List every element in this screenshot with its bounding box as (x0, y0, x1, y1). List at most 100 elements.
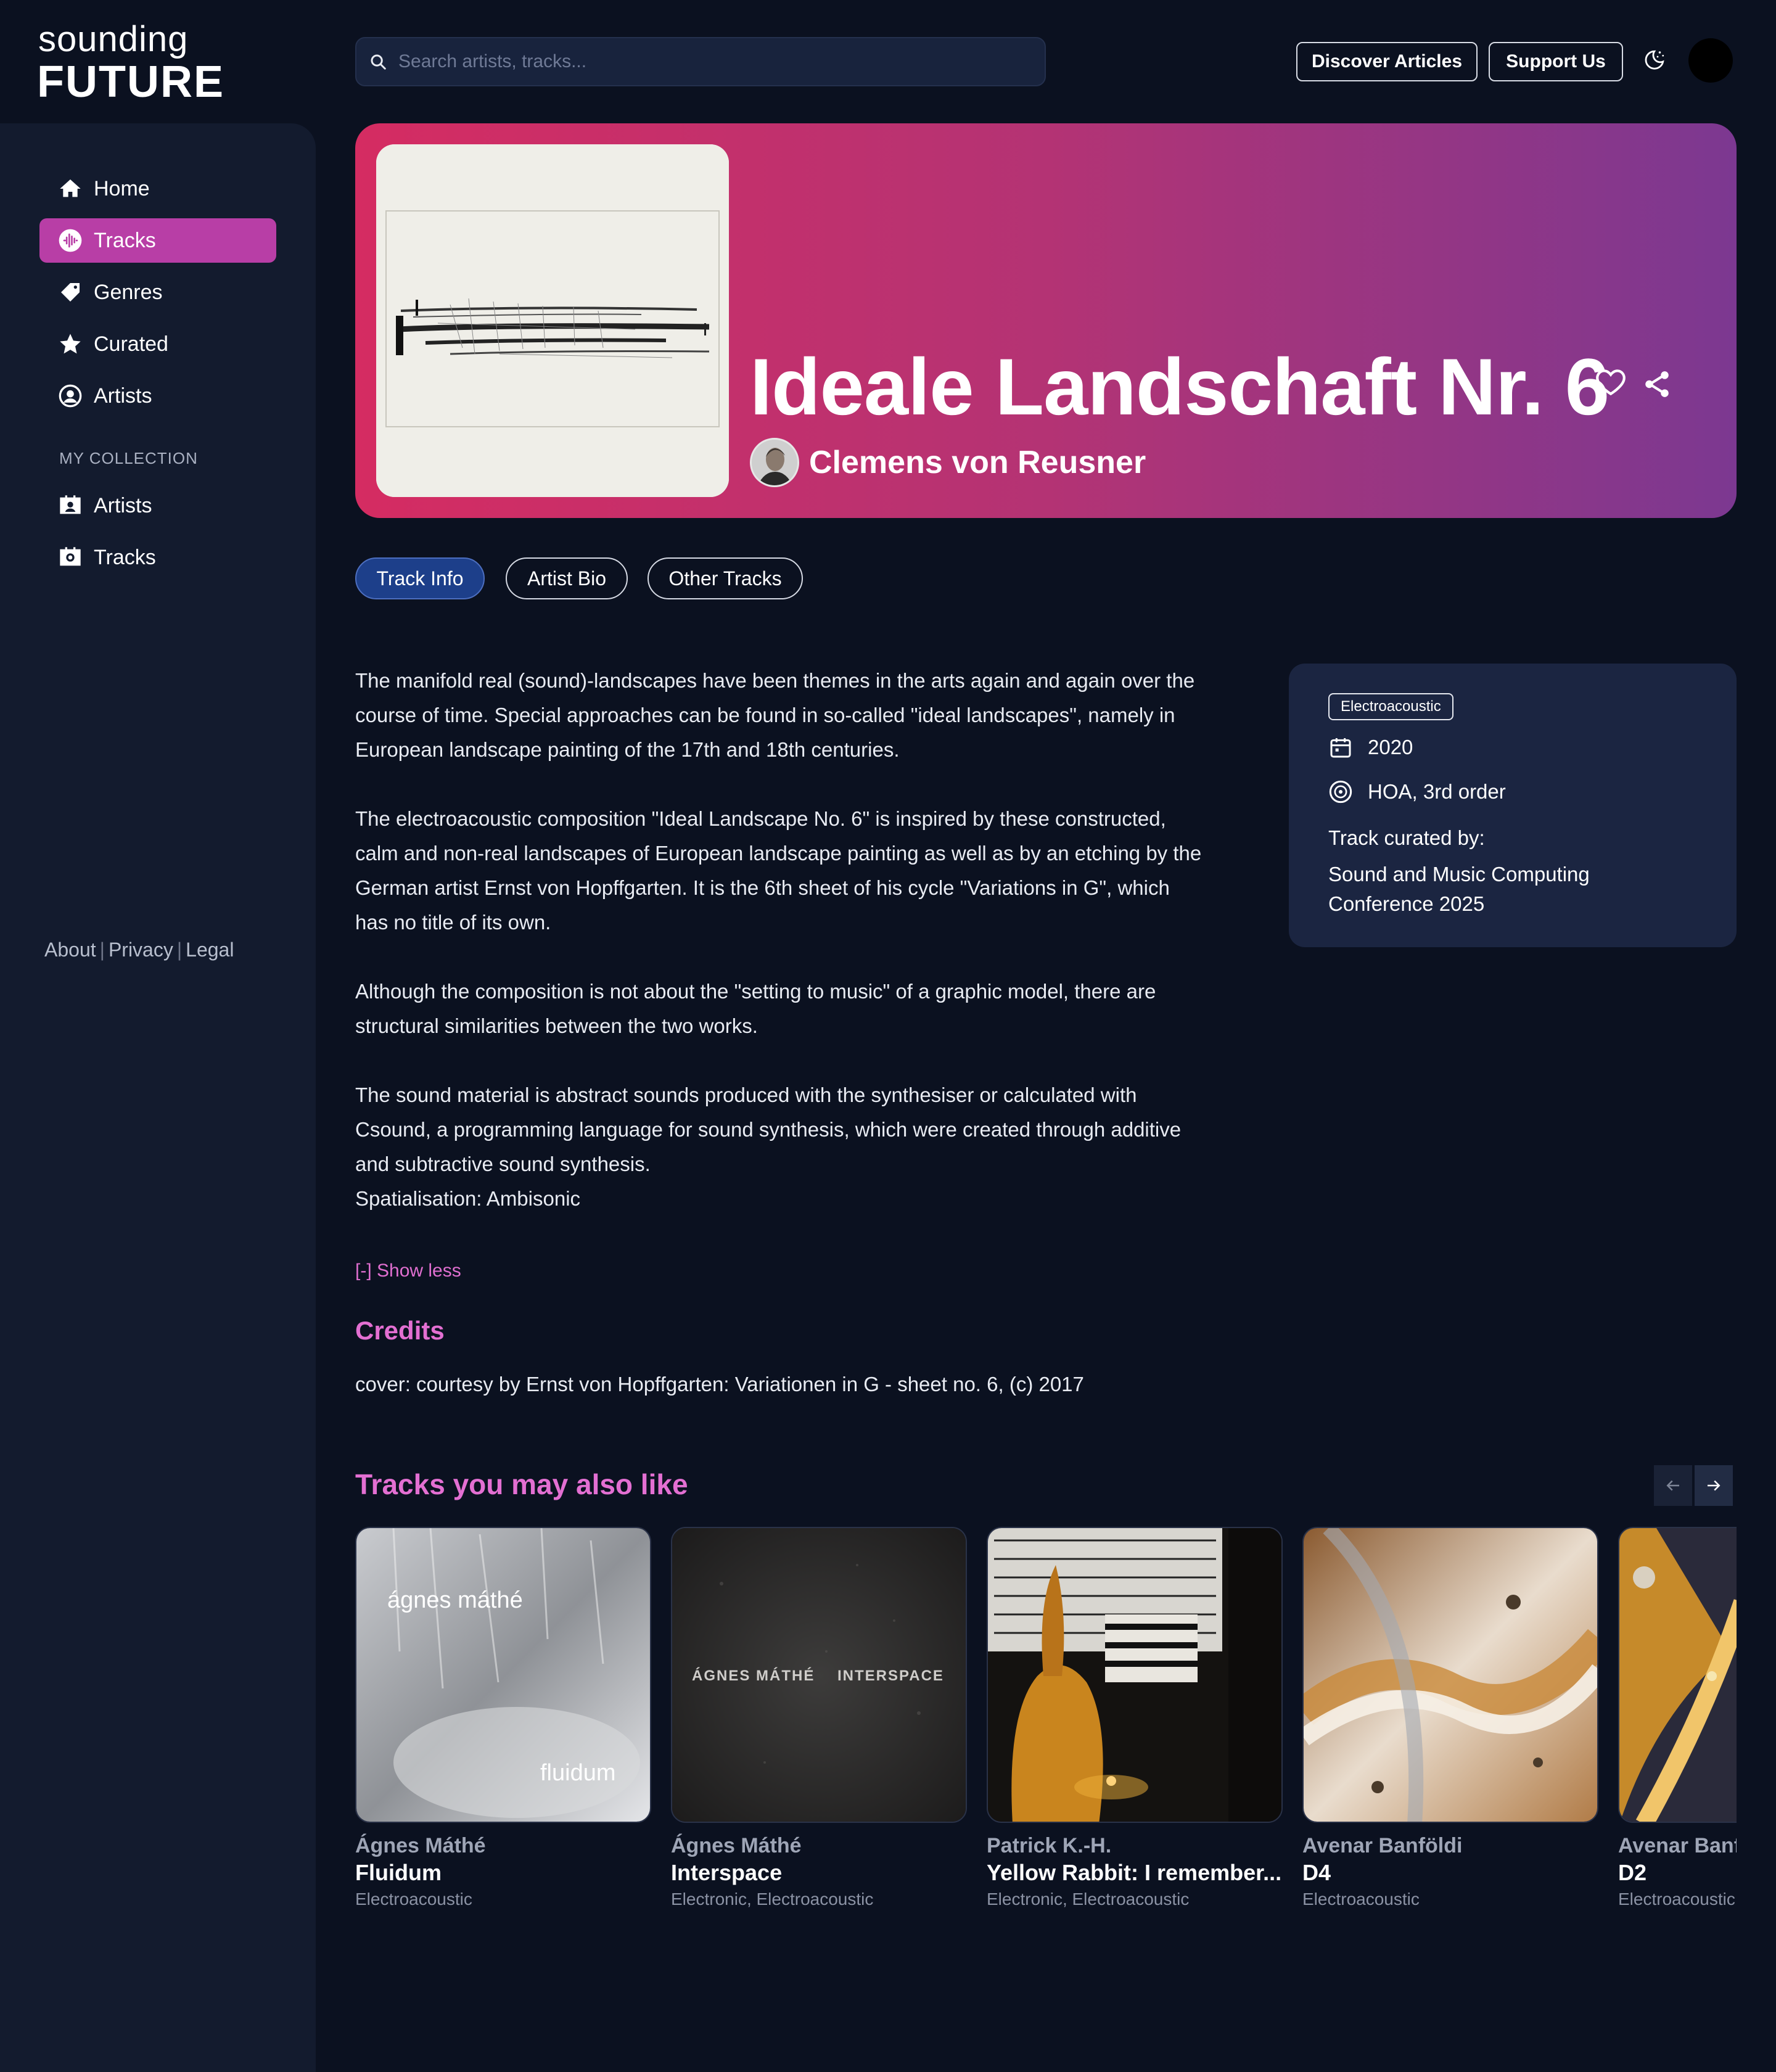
audio-format: HOA, 3rd order (1368, 780, 1506, 803)
show-less-link[interactable]: [-] Show less (355, 1260, 461, 1281)
sidebar-item-label: Tracks (94, 228, 156, 252)
track-title: Ideale Landschaft Nr. 6 (750, 342, 1610, 432)
track-cover-artwork (376, 144, 729, 497)
cover-text: ágnes máthé (387, 1587, 523, 1613)
arrow-right-icon (1708, 1480, 1720, 1491)
track-card[interactable]: ÁGNES MÁTHÉ INTERSPACE Ágnes Máthé Inter… (671, 1527, 967, 1909)
track-artist-name[interactable]: Clemens von Reusner (809, 444, 1146, 481)
discover-articles-button[interactable]: Discover Articles (1296, 42, 1478, 81)
logo-wordmark-top[interactable]: sounding (38, 18, 188, 60)
sidebar-item-curated[interactable]: Curated (39, 322, 276, 366)
track-hero-banner: Ideale Landschaft Nr. 6 Clemens von Reus… (355, 123, 1737, 518)
release-year-row: 2020 (1328, 735, 1413, 760)
star-icon (60, 334, 81, 354)
sidebar-item-label: Home (94, 176, 150, 200)
track-card-genre: Electronic, Electroacoustic (987, 1889, 1190, 1909)
sidebar-item-collection-artists[interactable]: Artists (39, 483, 276, 528)
track-card-title[interactable]: D2 (1618, 1860, 1737, 1886)
footer-separator: | (99, 939, 105, 961)
tab-artist-bio[interactable]: Artist Bio (506, 557, 628, 599)
track-card-artist[interactable]: Avenar Banföldi (1618, 1834, 1737, 1858)
track-card[interactable]: Avenar Banföldi D2 Electroacoustic (1618, 1527, 1737, 1909)
user-avatar[interactable] (1688, 38, 1733, 83)
description-paragraph: The sound material is abstract sounds pr… (355, 1083, 1182, 1175)
legal-link[interactable]: Legal (186, 939, 234, 961)
sidebar-item-label: Artists (94, 384, 152, 408)
track-card-cover[interactable] (1618, 1527, 1737, 1823)
sidebar-item-collection-tracks[interactable]: Tracks (39, 535, 276, 580)
curated-by-value[interactable]: Sound and Music Computing Conference 202… (1328, 860, 1698, 919)
cover-text: fluidum (540, 1760, 616, 1786)
track-card[interactable]: Patrick K.-H. Yellow Rabbit: I remember.… (987, 1527, 1283, 1909)
track-card[interactable]: Avenar Banföldi D4 Electroacoustic (1302, 1527, 1598, 1909)
artist-portrait-image (752, 440, 797, 485)
search-input[interactable] (397, 51, 1014, 73)
spatial-audio-icon (1329, 780, 1352, 804)
track-card-genre: Electroacoustic (355, 1889, 472, 1909)
heart-icon[interactable] (1593, 365, 1628, 400)
track-card-title[interactable]: Fluidum (355, 1860, 651, 1886)
recommendations-carousel: ágnes máthé fluidum Ágnes Máthé Fluidum … (355, 1527, 1737, 1922)
cover-image-yellow-rabbit (988, 1528, 1281, 1822)
description-paragraph: The electroacoustic composition "Ideal L… (355, 807, 1202, 934)
track-card-cover[interactable] (1302, 1527, 1598, 1823)
credits-text: cover: courtesy by Ernst von Hopffgarten… (355, 1373, 1084, 1396)
cover-image-d4 (1304, 1528, 1597, 1822)
footer-separator: | (176, 939, 183, 961)
cover-text: ÁGNES MÁTHÉ (692, 1667, 815, 1684)
share-icon[interactable] (1642, 369, 1672, 400)
sidebar: Home Tracks Genres Curated Artists (0, 123, 316, 2072)
sidebar-item-artists[interactable]: Artists (39, 374, 276, 418)
release-year: 2020 (1368, 736, 1413, 758)
etching-artwork-image (376, 144, 729, 497)
track-card-artist[interactable]: Patrick K.-H. (987, 1834, 1111, 1858)
sidebar-item-tracks[interactable]: Tracks (39, 218, 276, 263)
audio-format-row: HOA, 3rd order (1328, 779, 1506, 804)
track-card-cover[interactable] (987, 1527, 1283, 1823)
section-label-my-collection: MY COLLECTION (59, 449, 198, 467)
carousel-next-button[interactable] (1695, 1465, 1733, 1506)
carousel-prev-button[interactable] (1654, 1465, 1692, 1506)
track-card-genre: Electronic, Electroacoustic (671, 1889, 874, 1909)
track-card-genre: Electroacoustic (1302, 1889, 1420, 1909)
camera-box-icon (60, 547, 81, 566)
track-card[interactable]: ágnes máthé fluidum Ágnes Máthé Fluidum … (355, 1527, 651, 1909)
search-icon (371, 54, 386, 70)
credits-heading: Credits (355, 1316, 445, 1345)
track-card-artist[interactable]: Ágnes Máthé (355, 1834, 486, 1858)
genre-badge[interactable]: Electroacoustic (1328, 693, 1453, 720)
logo-wordmark-bottom[interactable]: FUTURE (37, 57, 224, 107)
track-card-cover[interactable]: ágnes máthé fluidum (355, 1527, 651, 1823)
cover-image-d2 (1619, 1528, 1737, 1822)
recommendations-heading: Tracks you may also like (355, 1468, 688, 1500)
search-bar[interactable] (355, 37, 1046, 86)
sidebar-item-genres[interactable]: Genres (39, 270, 276, 314)
track-card-genre: Electroacoustic (1618, 1889, 1735, 1909)
description-paragraph: The manifold real (sound)-landscapes hav… (355, 669, 1195, 761)
contact-card-icon (60, 495, 81, 514)
about-link[interactable]: About (44, 939, 96, 961)
tab-other-tracks[interactable]: Other Tracks (648, 557, 803, 599)
sidebar-item-label: Tracks (94, 545, 156, 569)
track-card-cover[interactable]: ÁGNES MÁTHÉ INTERSPACE (671, 1527, 967, 1823)
track-card-title[interactable]: D4 (1302, 1860, 1598, 1886)
track-info-card: Electroacoustic 2020 HOA, 3rd order Trac… (1289, 664, 1737, 947)
waveform-icon (59, 229, 82, 252)
track-card-title[interactable]: Yellow Rabbit: I remember... (987, 1860, 1283, 1886)
theme-toggle-moon-icon[interactable] (1640, 48, 1666, 74)
footer-links: About | Privacy | Legal (44, 939, 234, 961)
artist-avatar[interactable] (750, 438, 799, 487)
tab-track-info[interactable]: Track Info (355, 557, 485, 599)
description-paragraph: Although the composition is not about th… (355, 980, 1156, 1037)
sidebar-item-label: Genres (94, 280, 163, 304)
track-card-title[interactable]: Interspace (671, 1860, 967, 1886)
sidebar-item-label: Curated (94, 332, 168, 356)
track-card-artist[interactable]: Avenar Banföldi (1302, 1834, 1462, 1858)
privacy-link[interactable]: Privacy (109, 939, 173, 961)
tag-icon (61, 283, 80, 302)
sidebar-item-home[interactable]: Home (39, 166, 276, 211)
track-card-artist[interactable]: Ágnes Máthé (671, 1834, 802, 1858)
support-us-button[interactable]: Support Us (1489, 42, 1623, 81)
curated-by-label: Track curated by: (1328, 826, 1485, 849)
description-paragraph: Spatialisation: Ambisonic (355, 1187, 581, 1210)
